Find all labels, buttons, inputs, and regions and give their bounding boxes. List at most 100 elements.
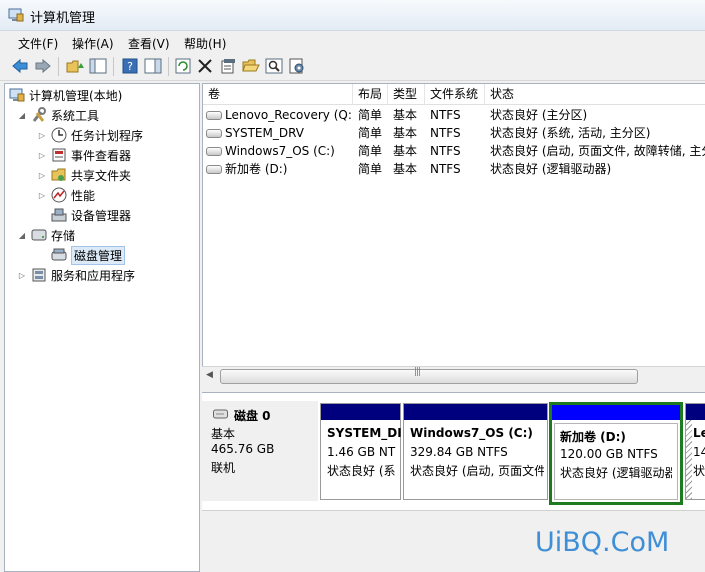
help-icon[interactable]: ? (120, 56, 140, 76)
tools-icon (31, 107, 47, 123)
volume-status-cell: 状态良好 (主分区) (490, 108, 588, 122)
disk-name: 磁盘 0 (234, 409, 271, 423)
disk-size: 465.76 GB (211, 442, 275, 456)
volume-filesystem-cell: NTFS (430, 162, 461, 176)
collapsed-arrow-icon[interactable]: ▷ (37, 131, 47, 140)
collapsed-arrow-icon[interactable]: ▷ (37, 151, 47, 160)
back-icon[interactable] (10, 56, 30, 76)
volume-row[interactable]: 新加卷 (D:) 简单 基本 NTFS 状态良好 (逻辑驱动器) (203, 160, 705, 178)
disk-status: 联机 (211, 461, 236, 475)
column-status[interactable]: 状态 (485, 84, 705, 104)
volume-type-cell: 基本 (393, 108, 418, 122)
volume-status-cell: 状态良好 (系统, 活动, 主分区) (490, 126, 651, 140)
menu-file[interactable]: 文件(F) (18, 35, 58, 52)
delete-icon[interactable] (195, 56, 215, 76)
shared-folder-icon (51, 167, 67, 183)
partition-lenovo-recovery[interactable]: Le 14 状态 (685, 403, 705, 500)
partition-windows7-os[interactable]: Windows7_OS (C:) 329.84 GB NTFS 状态良好 (启动… (403, 403, 548, 500)
refresh-icon[interactable] (173, 56, 193, 76)
computer-management-icon (8, 7, 24, 23)
up-folder-icon[interactable] (65, 56, 85, 76)
volume-row[interactable]: Lenovo_Recovery (Q:) 简单 基本 NTFS 状态良好 (主分区) (203, 106, 705, 124)
menu-bar: 文件(F) 操作(A) 查看(V) 帮助(H) (0, 31, 705, 53)
event-viewer-icon (51, 147, 67, 163)
window-title: 计算机管理 (30, 11, 96, 26)
volume-icon (206, 129, 222, 138)
volume-status-cell: 状态良好 (启动, 页面文件, 故障转储, 主分 (490, 144, 705, 158)
volume-layout-cell: 简单 (358, 162, 383, 176)
volume-layout-cell: 简单 (358, 144, 383, 158)
menu-action[interactable]: 操作(A) (72, 35, 114, 52)
collapsed-arrow-icon[interactable]: ▷ (37, 171, 47, 180)
tree-node-shared-folders[interactable]: ▷ 共享文件夹 (37, 166, 131, 184)
volume-icon (206, 165, 222, 174)
tree-node-device-manager[interactable]: 设备管理器 (51, 206, 131, 224)
column-type[interactable]: 类型 (388, 84, 425, 104)
tree-node-performance[interactable]: ▷ 性能 (37, 186, 95, 204)
volume-name-cell: Windows7_OS (C:) (206, 142, 353, 160)
tree-node-task-scheduler[interactable]: ▷ 任务计划程序 (37, 126, 143, 144)
partition-system-drv[interactable]: SYSTEM_DI 1.46 GB NT 状态良好 (系 (320, 403, 402, 500)
volume-type-cell: 基本 (393, 144, 418, 158)
search-icon[interactable] (264, 56, 284, 76)
device-manager-icon (51, 207, 67, 223)
disk-label[interactable]: 磁盘 0 基本 465.76 GB 联机 (202, 401, 318, 501)
volume-filesystem-cell: NTFS (430, 144, 461, 158)
tree-node-system-tools[interactable]: ◢ 系统工具 (17, 106, 99, 124)
svg-text:?: ? (127, 60, 133, 73)
volume-status-cell: 状态良好 (逻辑驱动器) (490, 162, 612, 176)
volume-row[interactable]: Windows7_OS (C:) 简单 基本 NTFS 状态良好 (启动, 页面文件, … (203, 142, 705, 160)
volume-icon (206, 111, 222, 120)
collapsed-arrow-icon[interactable]: ▷ (17, 271, 27, 280)
disk-type: 基本 (211, 427, 236, 441)
settings-icon[interactable] (287, 56, 307, 76)
tree-label-root: 计算机管理(本地) (29, 88, 123, 103)
forward-icon[interactable] (33, 56, 53, 76)
watermark: UiBQ.CoM (535, 527, 670, 558)
collapsed-arrow-icon[interactable]: ▷ (37, 191, 47, 200)
volume-type-cell: 基本 (393, 162, 418, 176)
disk-management-icon (51, 247, 67, 263)
tree-node-services-apps[interactable]: ▷ 服务和应用程序 (17, 266, 135, 284)
menu-view[interactable]: 查看(V) (128, 35, 170, 52)
open-icon[interactable] (241, 56, 261, 76)
volume-row[interactable]: SYSTEM_DRV 简单 基本 NTFS 状态良好 (系统, 活动, 主分区) (203, 124, 705, 142)
tree-node-disk-management[interactable]: 磁盘管理 (51, 245, 126, 265)
expanded-arrow-icon[interactable]: ◢ (17, 111, 27, 120)
services-icon (31, 267, 47, 283)
navigation-tree: 计算机管理(本地) ◢ 系统工具 ▷ 任务计划程序 ▷ 事件查看器 ▷ 共享文件… (4, 83, 200, 572)
panel-icon[interactable] (143, 56, 163, 76)
performance-icon (51, 187, 67, 203)
storage-icon (31, 227, 47, 243)
volume-list: 卷 布局 类型 文件系统 状态 Lenovo_Recovery (Q:) 简单 基本… (202, 83, 705, 366)
menu-help[interactable]: 帮助(H) (184, 35, 226, 52)
column-layout[interactable]: 布局 (353, 84, 388, 104)
volume-list-header: 卷 布局 类型 文件系统 状态 (203, 84, 705, 105)
volume-filesystem-cell: NTFS (430, 108, 461, 122)
volume-layout-cell: 简单 (358, 108, 383, 122)
expanded-arrow-icon[interactable]: ◢ (17, 231, 27, 240)
volume-filesystem-cell: NTFS (430, 126, 461, 140)
volume-name-cell: Lenovo_Recovery (Q:) (206, 106, 353, 124)
tree-node-root[interactable]: 计算机管理(本地) (9, 86, 122, 104)
volume-type-cell: 基本 (393, 126, 418, 140)
volume-name-cell: 新加卷 (D:) (206, 160, 353, 178)
volume-icon (206, 147, 222, 156)
column-filesystem[interactable]: 文件系统 (425, 84, 485, 104)
horizontal-scrollbar[interactable]: ◀ ||| (202, 366, 705, 385)
scroll-left-icon[interactable]: ◀ (206, 370, 213, 380)
disk-icon (213, 408, 229, 419)
clock-icon (51, 127, 67, 143)
tree-node-storage[interactable]: ◢ 存储 (17, 226, 75, 244)
volume-name-cell: SYSTEM_DRV (206, 124, 353, 142)
column-volume[interactable]: 卷 (203, 84, 353, 104)
computer-management-icon (9, 87, 25, 103)
title-bar: 计算机管理 (0, 0, 705, 31)
scroll-grip-icon: ||| (414, 367, 421, 377)
properties-icon[interactable] (218, 56, 238, 76)
partition-new-volume-d[interactable]: 新加卷 (D:) 120.00 GB NTFS 状态良好 (逻辑驱动器 (549, 402, 683, 505)
toolbar: ? (0, 53, 705, 81)
show-hide-tree-icon[interactable] (88, 56, 108, 76)
tree-node-event-viewer[interactable]: ▷ 事件查看器 (37, 146, 131, 164)
scroll-thumb[interactable] (220, 369, 638, 384)
